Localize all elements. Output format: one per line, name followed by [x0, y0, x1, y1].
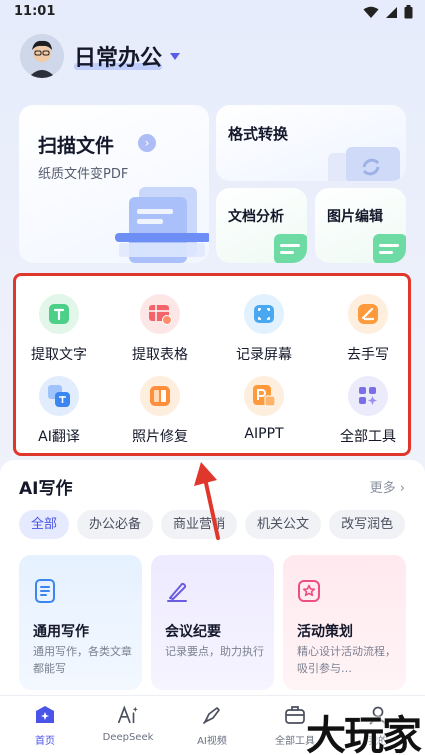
- scan-file-title: 扫描文件: [38, 135, 115, 157]
- doc-analysis-icon: [274, 234, 307, 263]
- tool-ai-translate[interactable]: AI翻译: [11, 366, 107, 445]
- chip-rewrite[interactable]: 改写润色: [329, 510, 406, 539]
- tool-label: AI翻译: [38, 429, 80, 445]
- tool-label: AIPPT: [244, 426, 284, 442]
- nav-label: 首页: [35, 736, 55, 747]
- tool-remove-handwriting[interactable]: 去手写: [320, 284, 416, 363]
- nav-home[interactable]: 首页: [10, 704, 80, 747]
- doc-analysis-title: 文档分析: [228, 209, 284, 225]
- annotation-arrow: [194, 462, 220, 540]
- toolbox-icon: [284, 704, 306, 726]
- status-bar: 11:01: [0, 0, 425, 24]
- format-convert-card[interactable]: 格式转换: [216, 105, 406, 181]
- signal-icon: [386, 6, 397, 18]
- tool-grid: 提取文字 提取表格 记录屏幕 去手写 AI翻译 照片修复 AIPPT 全部工具: [13, 273, 411, 456]
- image-edit-card[interactable]: 图片编辑: [315, 188, 406, 263]
- image-edit-title: 图片编辑: [327, 209, 383, 225]
- writing-card-general[interactable]: 通用写作 通用写作，各类文章都能写: [19, 555, 142, 690]
- workspace-header[interactable]: 日常办公: [20, 32, 181, 80]
- image-edit-icon: [373, 234, 406, 263]
- document-icon: [35, 579, 55, 603]
- chip-official[interactable]: 机关公文: [245, 510, 322, 539]
- all-tools-icon: [348, 376, 388, 416]
- battery-icon: [404, 5, 413, 19]
- home-icon: [34, 704, 56, 726]
- tool-label: 记录屏幕: [236, 347, 292, 363]
- writing-card-meeting[interactable]: 会议纪要 记录要点，助力执行: [151, 555, 274, 690]
- tool-label: 照片修复: [132, 429, 188, 445]
- extract-table-icon: [140, 294, 180, 334]
- tool-label: 提取表格: [132, 347, 188, 363]
- nav-label: AI视频: [197, 736, 227, 747]
- tool-photo-repair[interactable]: 照片修复: [112, 366, 208, 445]
- writing-card-desc: 记录要点，助力执行: [165, 645, 264, 658]
- photo-repair-icon: [140, 376, 180, 416]
- scanner-illustration-icon: [115, 187, 209, 263]
- writing-card-event[interactable]: 活动策划 精心设计活动流程，吸引参与…: [283, 555, 406, 690]
- ai-text-icon: [117, 704, 139, 726]
- rocket-icon: [201, 704, 223, 726]
- tool-extract-table[interactable]: 提取表格: [112, 284, 208, 363]
- tool-extract-text[interactable]: 提取文字: [11, 284, 107, 363]
- more-link[interactable]: 更多 ›: [370, 477, 405, 496]
- caret-down-icon[interactable]: [170, 52, 181, 60]
- tool-label: 提取文字: [31, 347, 87, 363]
- pen-icon: [167, 582, 187, 602]
- format-convert-icon: [328, 147, 400, 181]
- watermark: 大玩家: [306, 712, 422, 755]
- chevron-right-icon: ›: [399, 481, 405, 496]
- nav-label: DeepSeek: [102, 732, 154, 743]
- scan-file-subtitle: 纸质文件变PDF: [38, 167, 129, 182]
- nav-ai-video[interactable]: AI视频: [177, 704, 247, 747]
- writing-card-title: 活动策划: [297, 624, 353, 640]
- writing-card-title: 通用写作: [33, 624, 89, 640]
- writing-card-desc: 通用写作，各类文章都能写: [33, 645, 132, 675]
- tool-label: 全部工具: [340, 429, 396, 445]
- tool-label: 去手写: [347, 347, 389, 363]
- more-label: 更多: [369, 481, 396, 496]
- nav-deepseek[interactable]: DeepSeek: [93, 704, 163, 743]
- writing-card-desc: 精心设计活动流程，吸引参与…: [297, 645, 396, 675]
- workspace-title[interactable]: 日常办公: [74, 40, 163, 72]
- ai-ppt-icon: [244, 376, 284, 416]
- writing-card-title: 会议纪要: [165, 624, 221, 640]
- wifi-icon: [363, 6, 379, 18]
- remove-handwriting-icon: [348, 294, 388, 334]
- status-icons: [363, 5, 413, 19]
- avatar[interactable]: [20, 34, 64, 78]
- tool-ai-ppt[interactable]: AIPPT: [216, 366, 312, 442]
- ai-translate-icon: [39, 376, 79, 416]
- screen-record-icon: [244, 294, 284, 334]
- tool-all-tools[interactable]: 全部工具: [320, 366, 416, 445]
- star-badge-icon: [298, 580, 320, 602]
- chevron-right-icon: ›: [138, 134, 156, 152]
- format-convert-title: 格式转换: [228, 125, 289, 143]
- ai-writing-title: AI写作: [19, 479, 73, 499]
- chip-all[interactable]: 全部: [19, 510, 70, 539]
- scan-file-card[interactable]: 扫描文件 › 纸质文件变PDF: [19, 105, 209, 263]
- status-time: 11:01: [14, 4, 56, 19]
- extract-text-icon: [39, 294, 79, 334]
- chip-office[interactable]: 办公必备: [77, 510, 154, 539]
- doc-analysis-card[interactable]: 文档分析: [216, 188, 307, 263]
- tool-screen-record[interactable]: 记录屏幕: [216, 284, 312, 363]
